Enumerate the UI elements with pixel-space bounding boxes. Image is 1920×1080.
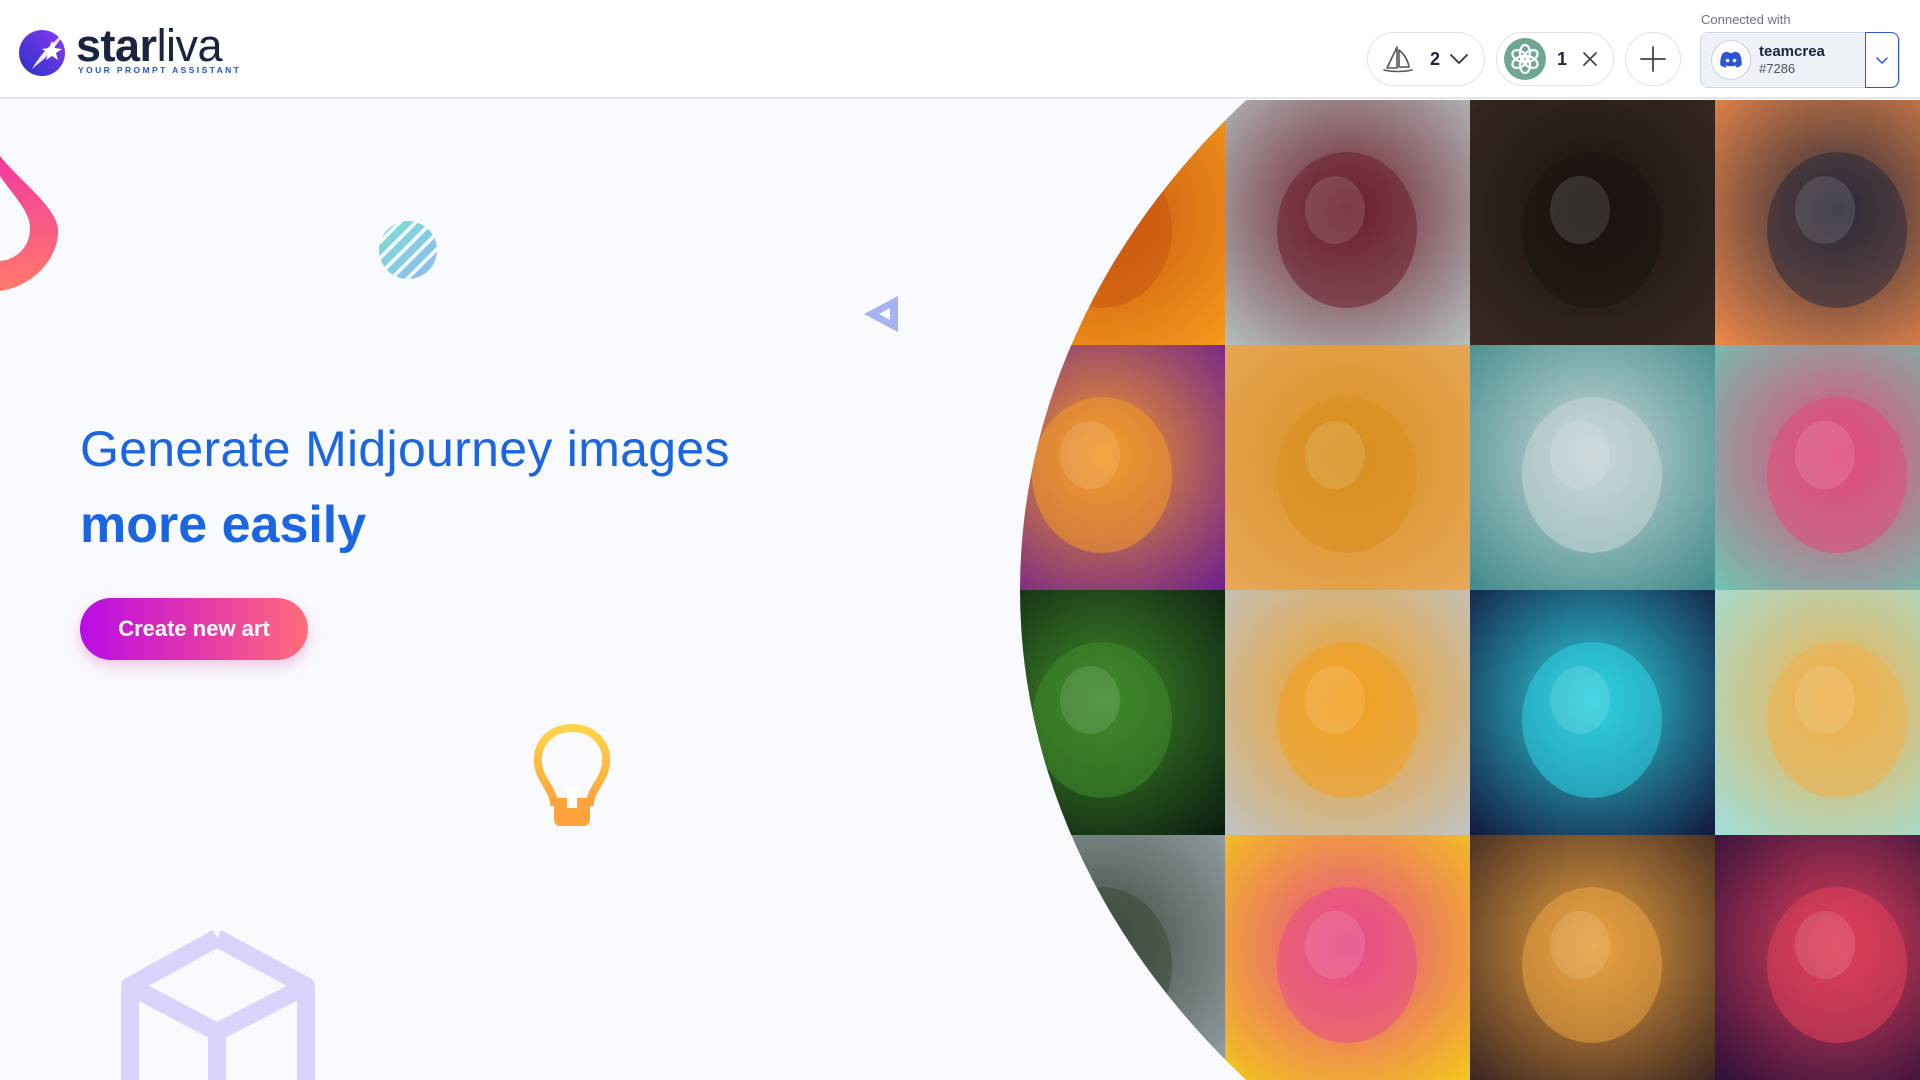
chevron-down-icon: [1876, 57, 1888, 64]
gallery-image-flower-book[interactable]: [1715, 345, 1920, 590]
account-discriminator: #7286: [1759, 61, 1796, 76]
gallery-image-yellow-spaceship[interactable]: [1225, 345, 1470, 590]
midjourney-selector[interactable]: 2: [1367, 32, 1485, 86]
striped-circle-decoration: [379, 221, 437, 279]
plus-icon: [1640, 46, 1666, 72]
discord-icon: [1720, 51, 1742, 68]
connected-with-label: Connected with: [1701, 12, 1791, 27]
gallery-image-rainbow-paint-splash[interactable]: [1225, 590, 1470, 835]
discord-account-selector[interactable]: teamcrea #7286: [1700, 32, 1900, 88]
hero-headline-emphasis: more easily: [80, 496, 367, 554]
chatgpt-selector[interactable]: 1: [1496, 32, 1614, 86]
gallery-image-mobile-ui-kit[interactable]: [1715, 590, 1920, 835]
midjourney-count: 2: [1430, 48, 1441, 69]
account-dropdown-toggle[interactable]: [1865, 32, 1899, 88]
add-model-button[interactable]: [1625, 32, 1681, 86]
gallery-image-woman-with-camera[interactable]: [1470, 100, 1715, 345]
lightbulb-icon: [533, 724, 611, 826]
create-new-art-button[interactable]: Create new art: [80, 598, 308, 660]
sailboat-icon: [1383, 46, 1413, 73]
gallery-image-tiny-planet-forest[interactable]: [1020, 590, 1225, 835]
chatgpt-count: 1: [1557, 48, 1568, 69]
gallery-image-fantasy-sunset-ruins[interactable]: [1715, 100, 1920, 345]
account-username: teamcrea: [1759, 43, 1825, 60]
gallery-image-cloud-in-glass-sphere[interactable]: [1470, 345, 1715, 590]
gallery-image-splashing-apple[interactable]: [1225, 100, 1470, 345]
logo-wordmark: starliva: [76, 20, 223, 71]
gallery-image-pop-art-woman[interactable]: [1225, 835, 1470, 1080]
close-icon[interactable]: [1579, 48, 1601, 70]
gallery-image-modern-white-house[interactable]: [1020, 835, 1225, 1080]
openai-icon: [1504, 38, 1546, 80]
gallery-image-cosmic-astronaut-girl[interactable]: [1715, 835, 1920, 1080]
top-header: starliva YOUR PROMPT ASSISTANT 2 1 Conne…: [0, 0, 1920, 99]
gallery-image-melting-orange-drops[interactable]: [1020, 100, 1225, 345]
star-logo-icon: [19, 30, 66, 76]
hero-headline: Generate Midjourney images: [80, 421, 730, 477]
pink-drop-decoration: [0, 156, 59, 291]
gallery-image-vintage-car-city[interactable]: [1470, 835, 1715, 1080]
triangle-decoration: [864, 296, 898, 332]
logo-tagline: YOUR PROMPT ASSISTANT: [78, 65, 242, 75]
discord-avatar: [1711, 40, 1751, 80]
image-gallery: [1020, 100, 1920, 1080]
starliva-logo[interactable]: starliva YOUR PROMPT ASSISTANT: [18, 22, 248, 78]
gallery-image-neon-bedroom[interactable]: [1470, 590, 1715, 835]
cube-outline-decoration: [121, 930, 315, 1080]
gallery-image-colorful-woman-portrait[interactable]: [1020, 345, 1225, 590]
chevron-down-icon[interactable]: [1448, 48, 1470, 70]
